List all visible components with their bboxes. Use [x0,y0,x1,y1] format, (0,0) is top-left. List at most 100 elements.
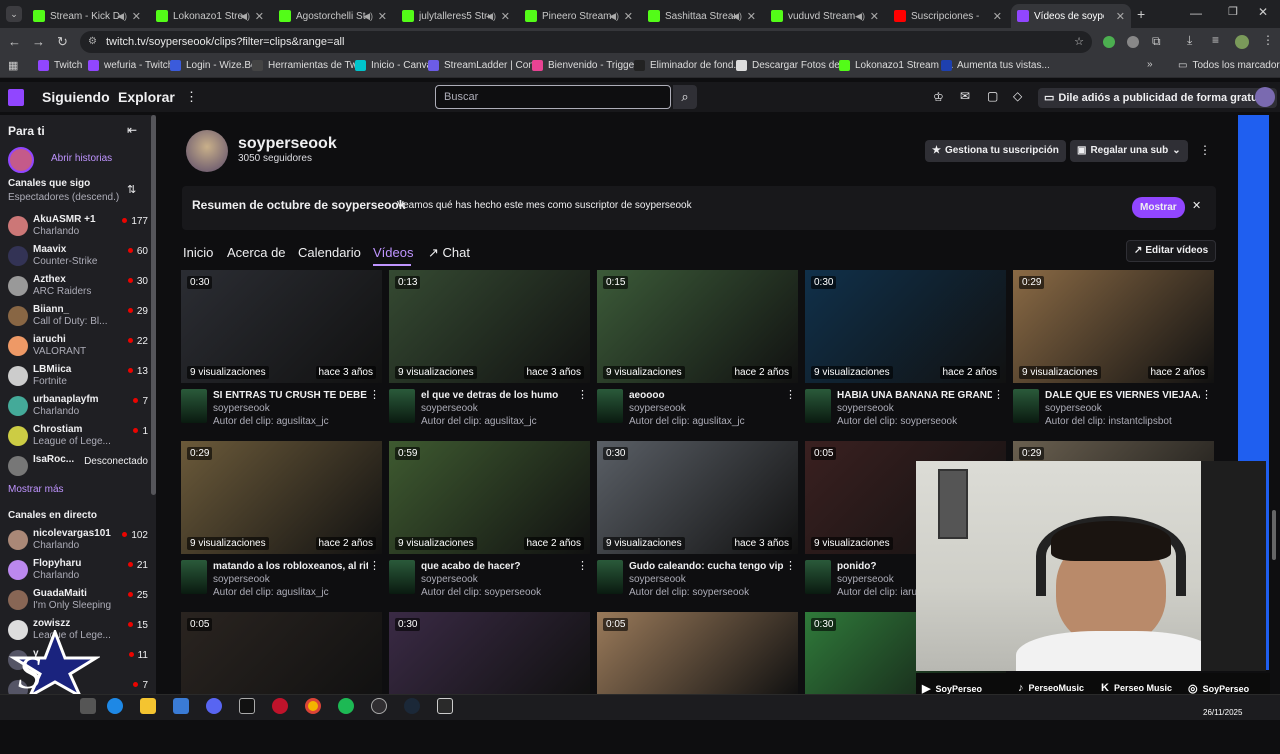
tab-close-icon[interactable]: ✕ [624,10,633,23]
tab-audio-icon[interactable]: ◀) [732,11,742,22]
tab-audio-icon[interactable]: ◀) [609,11,619,22]
gift-sub-button[interactable]: ▣ Regalar una sub ⌄ [1070,140,1188,162]
clip-thumbnail[interactable]: 0:15 9 visualizaciones hace 2 años [597,270,798,383]
taskbar-date[interactable]: 26/11/2025 [1203,708,1242,717]
clip-title[interactable]: matando a los robloxeanos, al rit... [213,561,368,572]
browser-tab[interactable]: julytalleres5 Stream◀) ✕ [396,4,516,28]
bookmark-item[interactable]: wefuria - Twitch [88,60,173,71]
bookmark-item[interactable]: Inicio - Canva [355,60,432,71]
forward-icon[interactable]: → [32,34,45,49]
sidebar-channel[interactable]: Biiann_ Call of Duty: Bl... 29 [8,302,148,330]
clip-card[interactable]: 0:30 9 visualizaciones hace 2 años HABIA UN… [805,270,1006,443]
crown-icon[interactable]: ♔ [933,90,944,104]
clip-more-icon[interactable]: ⋮ [785,559,796,572]
clip-thumbnail[interactable]: 0:13 9 visualizaciones hace 3 años [389,270,590,383]
clip-channel[interactable]: soyperseook [1045,403,1210,414]
clip-title[interactable]: DALE QUE ES VIERNES VIEJAAA... [1045,390,1200,401]
clip-card[interactable]: 0:30 9 visualizaciones hace 3 años Gudo cal… [597,441,798,614]
browser-menu-icon[interactable]: ⋮ [1262,33,1274,47]
media-icon[interactable]: ≡ [1212,33,1219,47]
bookmark-item[interactable]: Descargar Fotos de... [736,60,848,71]
clip-thumbnail[interactable]: 0:30 9 visualizaciones hace 2 años [805,270,1006,383]
clip-game-cover[interactable] [597,560,623,594]
bookmark-item[interactable]: Lokonazo1 Stream -... [839,60,953,71]
obs-icon[interactable] [371,698,387,714]
manage-sub-button[interactable]: ★ Gestiona tu suscripción [925,140,1066,162]
site-info-icon[interactable]: ⚙ [88,31,97,53]
clip-thumbnail[interactable]: 0:30 [389,612,590,694]
bookmark-item[interactable]: Login - Wize.Bot [170,60,259,71]
clip-more-icon[interactable]: ⋮ [577,559,588,572]
browser-tab[interactable]: Sashittaa Stream ◀) ✕ [642,4,762,28]
clip-title[interactable]: aeoooo [629,390,784,401]
reload-icon[interactable]: ↻ [57,34,68,50]
all-bookmarks-folder[interactable]: ▭ Todos los marcadores [1178,60,1280,71]
steam-icon[interactable] [404,698,420,714]
extension-icon[interactable] [1103,36,1115,48]
maximize-button[interactable]: ❐ [1228,5,1238,18]
clip-thumbnail[interactable]: 0:29 9 visualizaciones hace 2 años [181,441,382,554]
discord-icon[interactable] [206,698,222,714]
clip-game-cover[interactable] [181,560,207,594]
tab-search-icon[interactable]: ⌄ [6,6,22,22]
clip-channel[interactable]: soyperseook [421,574,586,585]
search-button[interactable]: ⌕ [673,85,697,109]
clip-card[interactable]: 0:15 9 visualizaciones hace 2 años aeoooo so… [597,270,798,443]
channel-more-icon[interactable]: ⋮ [1199,143,1211,157]
tab-chat[interactable]: ↗ Chat [428,245,470,261]
epic-games-icon[interactable] [437,698,453,714]
capcut-icon[interactable] [239,698,255,714]
clip-game-cover[interactable] [389,560,415,594]
bookmark-item[interactable]: Herramientas de Tw... [252,60,365,71]
spotify-icon[interactable] [338,698,354,714]
sidebar-scrollbar[interactable] [151,115,156,495]
clip-thumbnail[interactable]: 0:05 [181,612,382,694]
ad-free-button[interactable]: ▭ Dile adiós a publicidad de forma gratui… [1038,88,1277,108]
chrome-icon[interactable] [305,698,321,714]
clip-card[interactable]: 0:05 [597,612,798,754]
sidebar-channel[interactable]: Chrostiam League of Lege... 1 [8,422,148,450]
tab-about[interactable]: Acerca de [227,245,286,260]
clip-channel[interactable]: soyperseook [629,403,794,414]
clip-title[interactable]: Gudo caleando: cucha tengo vip... [629,561,784,572]
show-more-link[interactable]: Mostrar más [8,484,64,495]
sort-icon[interactable]: ⇅ [127,183,136,196]
clip-more-icon[interactable]: ⋮ [577,388,588,401]
tab-close-icon[interactable]: ✕ [870,10,879,23]
sidebar-channel[interactable]: IsaRoc... Desconectado [8,452,148,480]
clip-more-icon[interactable]: ⋮ [1201,388,1212,401]
bookmarks-overflow-icon[interactable]: » [1147,59,1153,70]
stories-avatar[interactable] [8,147,34,173]
new-tab-button[interactable]: + [1137,6,1145,22]
minimize-button[interactable]: — [1190,6,1202,20]
tab-audio-icon[interactable]: ◀) [117,11,127,22]
bookmark-item[interactable]: Aumenta tus vistas... [941,60,1050,71]
address-bar[interactable]: ⚙ twitch.tv/soyperseook/clips?filter=cli… [80,31,1092,53]
bookmark-item[interactable]: Eliminador de fond... [634,60,742,71]
tab-close-icon[interactable]: ✕ [993,10,1002,23]
whispers-icon[interactable]: ▢ [987,89,998,103]
browser-tab[interactable]: vuduvd Stream ◀) ✕ [765,4,885,28]
clip-card[interactable]: 0:13 9 visualizaciones hace 3 años el que v… [389,270,590,443]
tab-close-icon[interactable]: ✕ [132,10,141,23]
clip-game-cover[interactable] [805,560,831,594]
clip-thumbnail[interactable]: 0:59 9 visualizaciones hace 2 años [389,441,590,554]
sidebar-channel[interactable]: LBMiica Fortnite 13 [8,362,148,390]
user-avatar[interactable] [1255,87,1275,107]
browser-tab[interactable]: Lokonazo1 Stream◀) ✕ [150,4,270,28]
nav-following-link[interactable]: Siguiendo [42,89,110,105]
file-explorer-icon[interactable] [140,698,156,714]
nav-more-icon[interactable]: ⋮ [185,89,198,105]
sidebar-channel[interactable]: Maavix Counter-Strike 60 [8,242,148,270]
clip-thumbnail[interactable]: 0:05 [597,612,798,694]
clip-channel[interactable]: soyperseook [421,403,586,414]
tab-close-icon[interactable]: ✕ [255,10,264,23]
clip-game-cover[interactable] [181,389,207,423]
clip-card[interactable]: 0:29 9 visualizaciones hace 2 años matando … [181,441,382,614]
clip-channel[interactable]: soyperseook [213,574,378,585]
extension-icon-2[interactable] [1127,36,1139,48]
bookmark-item[interactable]: Twitch [38,60,82,71]
clip-game-cover[interactable] [597,389,623,423]
tab-home[interactable]: Inicio [183,245,213,260]
edit-videos-button[interactable]: ↗ Editar vídeos [1126,240,1217,262]
